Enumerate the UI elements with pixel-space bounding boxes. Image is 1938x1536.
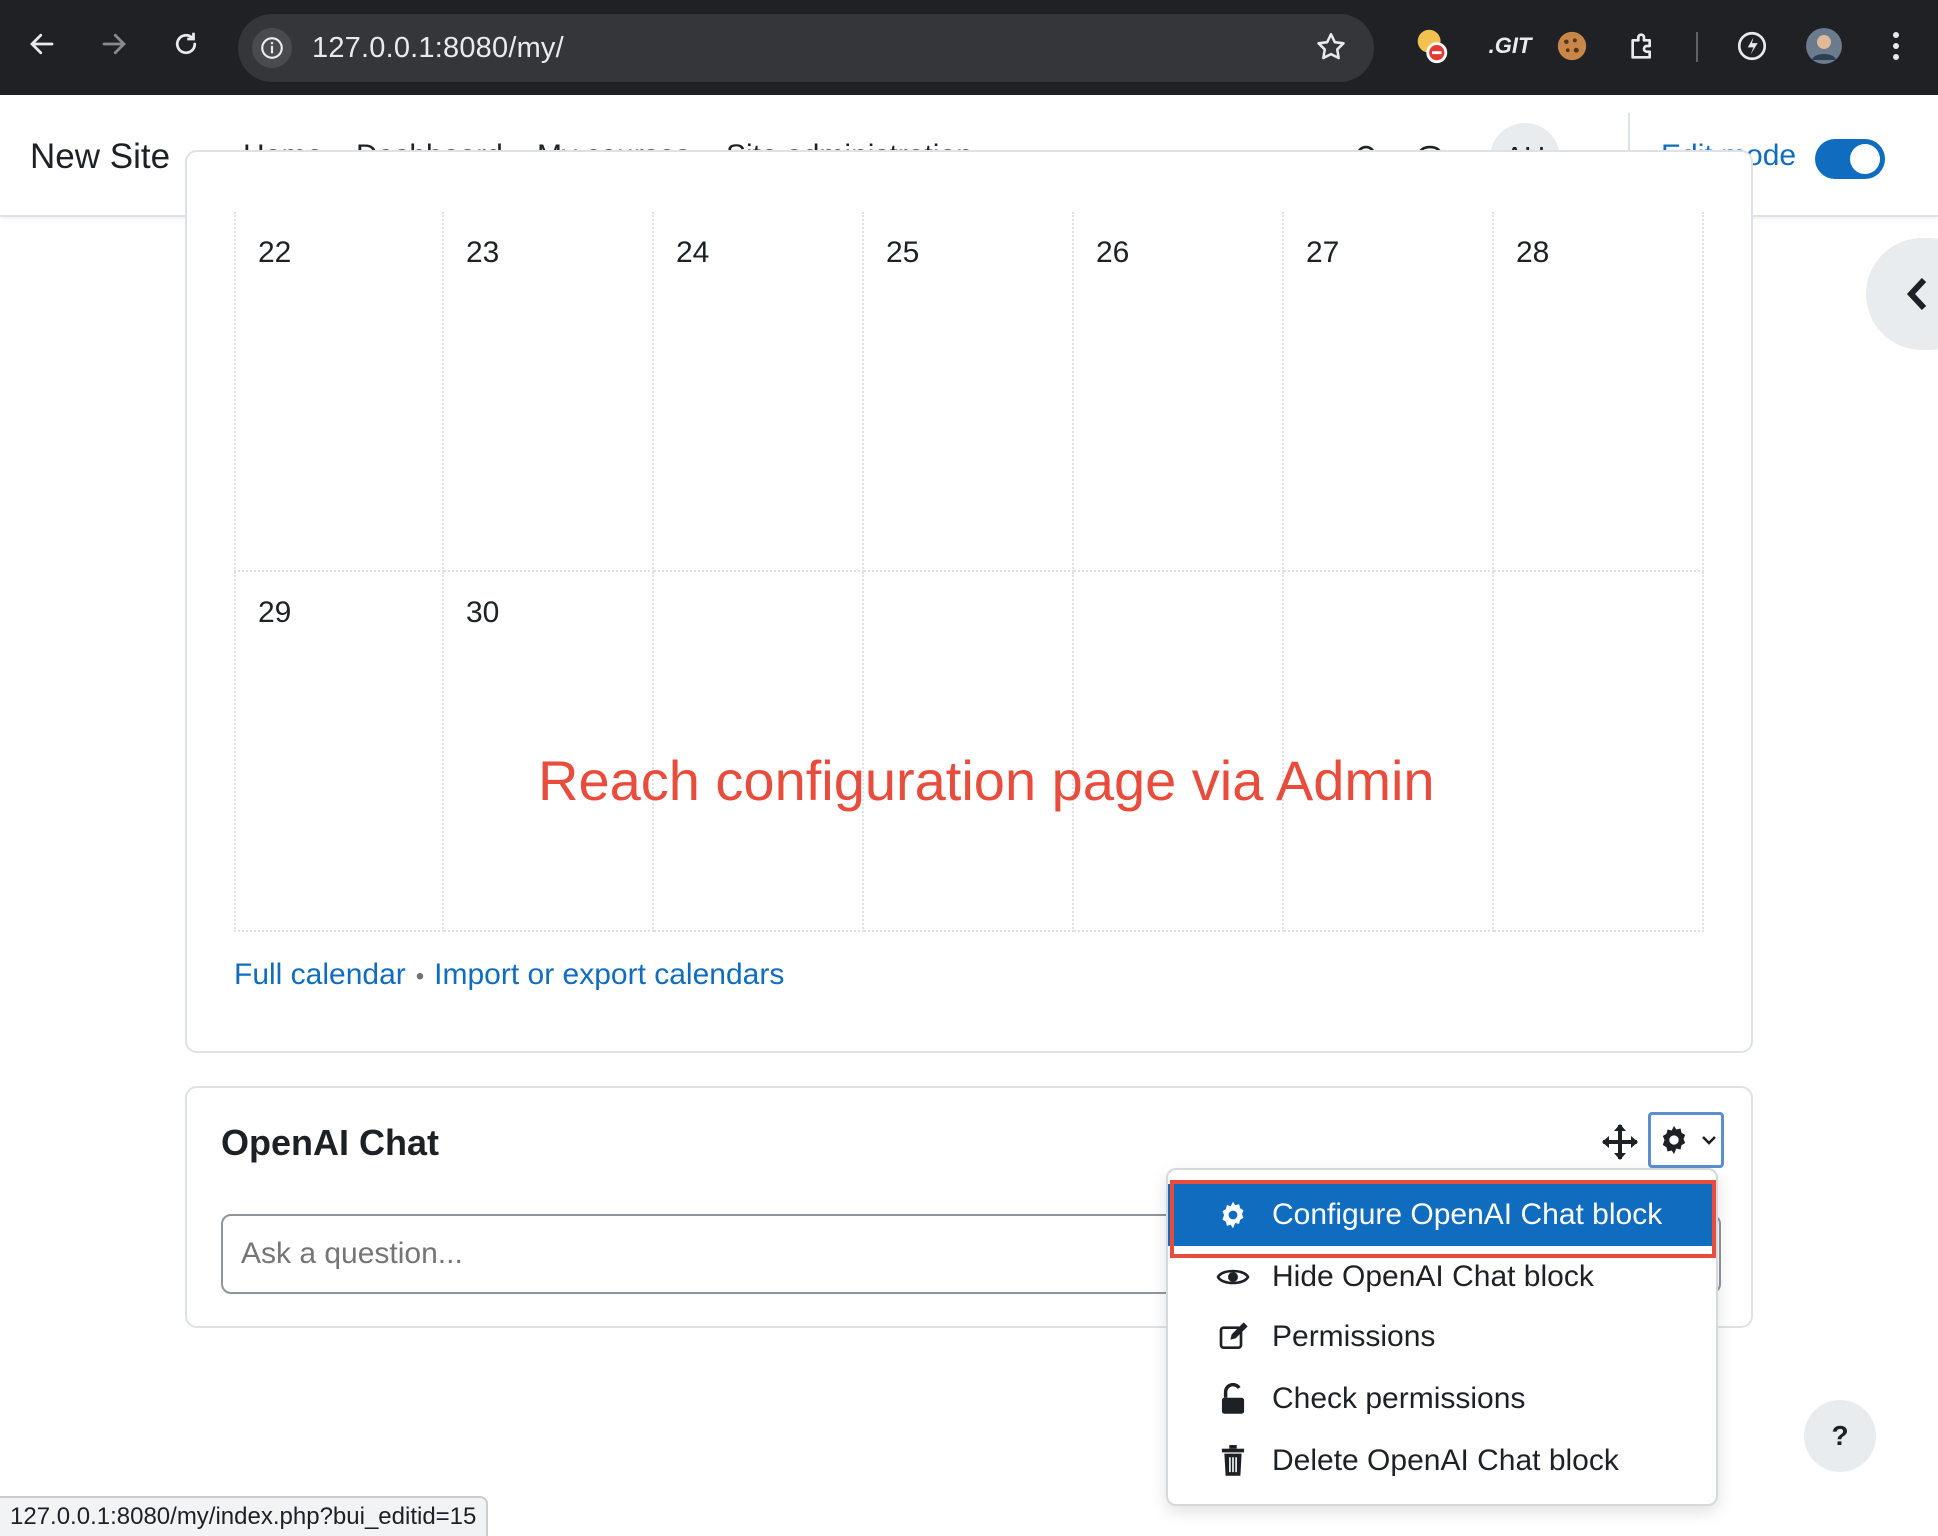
toolbar-divider [1696, 32, 1698, 62]
calendar-day[interactable]: 26 [1074, 212, 1284, 572]
extension-cookie-icon[interactable] [1552, 26, 1592, 66]
import-export-calendars-link[interactable]: Import or export calendars [434, 958, 784, 991]
site-info-icon[interactable] [252, 28, 292, 68]
trash-icon [1216, 1444, 1250, 1478]
calendar-day[interactable]: 27 [1284, 212, 1494, 572]
calendar-day-empty [1494, 572, 1704, 932]
calendar-day[interactable]: 22 [234, 212, 444, 572]
edit-icon [1216, 1320, 1250, 1354]
calendar-grid: 22 23 24 25 26 27 28 29 30 [234, 212, 1704, 932]
address-bar[interactable]: 127.0.0.1:8080/my/ [238, 14, 1374, 82]
extensions-puzzle-icon[interactable] [1624, 26, 1664, 66]
reload-icon [175, 32, 197, 55]
chevron-left-icon [1906, 277, 1927, 311]
back-button[interactable] [20, 22, 64, 66]
annotation-text: Reach configuration page via Admin [538, 749, 1435, 812]
calendar-day[interactable]: 25 [864, 212, 1074, 572]
full-calendar-link[interactable]: Full calendar [234, 958, 406, 991]
browser-menu-icon[interactable] [1876, 26, 1916, 66]
toggle-knob [1850, 144, 1880, 174]
annotation-highlight-box [1170, 1180, 1716, 1258]
menu-item-permissions[interactable]: Permissions [1168, 1306, 1716, 1368]
browser-status-bar: 127.0.0.1:8080/my/index.php?bui_editid=1… [0, 1496, 489, 1536]
extension-adblock-icon[interactable] [1412, 26, 1452, 66]
open-block-drawer-button[interactable] [1866, 238, 1938, 350]
chevron-down-icon [1702, 1136, 1716, 1145]
unlock-icon [1216, 1382, 1250, 1416]
calendar-day[interactable]: 24 [654, 212, 864, 572]
block-title: OpenAI Chat [221, 1122, 440, 1163]
calendar-day[interactable]: 23 [444, 212, 654, 572]
link-separator: • [415, 963, 425, 990]
calendar-footer-links: Full calendar • Import or export calendars [234, 958, 784, 992]
eye-icon [1216, 1260, 1250, 1294]
extension-git-icon[interactable]: .GIT [1480, 26, 1540, 66]
block-actions-button[interactable] [1648, 1112, 1724, 1168]
reload-button[interactable] [164, 22, 208, 66]
bookmark-star-icon[interactable] [1314, 30, 1348, 69]
menu-item-check-permissions[interactable]: Check permissions [1168, 1368, 1716, 1430]
site-brand[interactable]: New Site [30, 137, 170, 177]
arrow-right-icon [102, 33, 126, 55]
calendar-day[interactable]: 28 [1494, 212, 1704, 572]
menu-item-delete[interactable]: Delete OpenAI Chat block [1168, 1430, 1716, 1492]
arrow-left-icon [30, 33, 54, 55]
gear-icon [1662, 1125, 1686, 1155]
profile-avatar-icon[interactable] [1804, 26, 1844, 66]
help-button[interactable]: ? [1804, 1400, 1876, 1472]
browser-toolbar: 127.0.0.1:8080/my/ .GIT [0, 0, 1938, 95]
performance-icon[interactable] [1732, 26, 1772, 66]
forward-button[interactable] [92, 22, 136, 66]
edit-mode-toggle[interactable] [1815, 139, 1885, 179]
move-block-icon[interactable] [1600, 1122, 1640, 1162]
address-url[interactable]: 127.0.0.1:8080/my/ [312, 32, 564, 65]
calendar-day[interactable]: 29 [234, 572, 444, 932]
